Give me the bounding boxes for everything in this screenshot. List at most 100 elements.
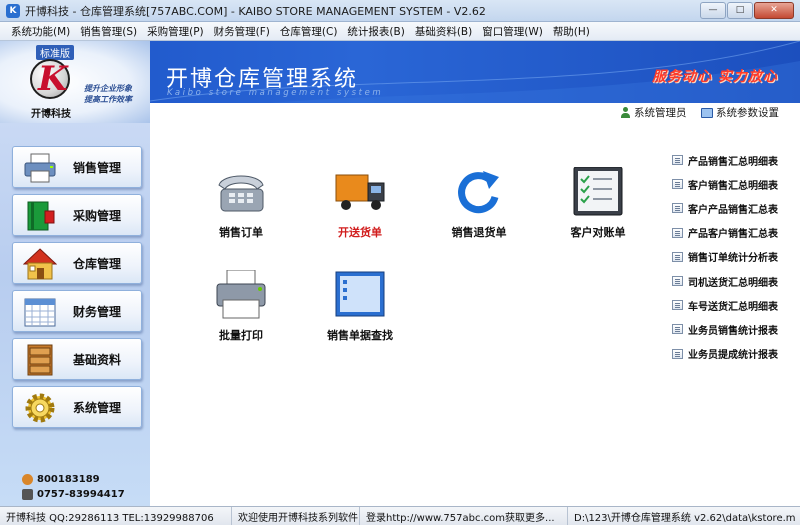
menu-help[interactable]: 帮助(H) (548, 24, 595, 39)
func-sales-return[interactable]: 销售退货单 (429, 167, 529, 240)
phone-icon (22, 489, 33, 500)
admin-link[interactable]: 系统管理员 (620, 105, 687, 120)
menu-warehouse[interactable]: 仓库管理(C) (275, 24, 343, 39)
app-icon: K (6, 3, 20, 18)
user-icon (620, 106, 631, 119)
status-welcome: 欢迎使用开博科技系列软件 (232, 507, 360, 525)
close-button[interactable]: ✕ (754, 2, 794, 19)
sidebar-item-label: 仓库管理 (73, 256, 122, 271)
printer-icon (24, 153, 56, 183)
func-label: 客户对账单 (570, 226, 626, 239)
sidebar-item-label: 采购管理 (73, 208, 122, 223)
qq-number: 800183189 (37, 474, 100, 485)
report-icon (672, 155, 683, 166)
func-sales-order[interactable]: 销售订单 (191, 167, 291, 240)
func-label: 销售退货单 (451, 226, 507, 239)
status-db-path: D:\123\开博仓库管理系统 v2.62\data\kstore.m (574, 512, 796, 524)
report-icon (672, 324, 683, 335)
qq-icon (22, 474, 33, 485)
menu-reports[interactable]: 统计报表(B) (342, 24, 409, 39)
window-title: 开博科技 - 仓库管理系统[757ABC.COM] - KAIBO STORE … (25, 4, 486, 18)
menu-bar: 系统功能(M) 销售管理(S) 采购管理(P) 财务管理(F) 仓库管理(C) … (0, 22, 800, 41)
report-link[interactable]: 业务员提成统计报表 (672, 342, 778, 366)
report-link[interactable]: 产品销售汇总明细表 (672, 148, 778, 172)
motto: 服务动心 实力放心 (652, 69, 778, 85)
report-label: 客户产品销售汇总表 (688, 204, 778, 216)
sidebar-item-label: 财务管理 (73, 304, 122, 319)
settings-label: 系统参数设置 (716, 107, 779, 119)
logo-letter: K (38, 59, 68, 99)
report-label: 产品客户销售汇总表 (688, 229, 778, 241)
menu-purchase[interactable]: 采购管理(P) (142, 24, 209, 39)
report-icon (672, 251, 683, 262)
report-icon (672, 300, 683, 311)
sidebar-item-purchase[interactable]: 采购管理 (12, 194, 142, 236)
report-link[interactable]: 客户产品销售汇总表 (672, 196, 778, 220)
sidebar-item-basic-data[interactable]: 基础资料 (12, 338, 142, 380)
cabinet-icon (27, 344, 53, 376)
func-label: 批量打印 (219, 329, 263, 342)
company-name: 开博科技 (31, 109, 71, 120)
logo-panel (0, 41, 150, 123)
app-subtitle: Kaibo store management system (167, 88, 384, 98)
menu-system[interactable]: 系统功能(M) (6, 24, 75, 39)
func-label: 销售订单 (219, 226, 263, 239)
window-icon (335, 271, 385, 317)
func-customer-statement[interactable]: 客户对账单 (548, 166, 648, 240)
report-icon (672, 348, 683, 359)
status-bar: 开博科技 QQ:29286113 TEL:13929988706 欢迎使用开博科… (0, 506, 800, 525)
sidebar-item-finance[interactable]: 财务管理 (12, 290, 142, 332)
gear-icon (25, 393, 55, 423)
report-label: 客户销售汇总明细表 (688, 180, 778, 192)
qq-contact: 800183189 (22, 474, 100, 485)
window-controls: — □ ✕ (700, 2, 794, 19)
report-icon (672, 203, 683, 214)
sidebar-item-warehouse[interactable]: 仓库管理 (12, 242, 142, 284)
refresh-icon (458, 171, 499, 214)
calendar-icon (24, 298, 56, 327)
report-link[interactable]: 司机送货汇总明细表 (672, 269, 778, 293)
report-link[interactable]: 客户销售汇总明细表 (672, 172, 778, 196)
monitor-icon (701, 107, 713, 118)
func-label: 销售单据查找 (327, 329, 393, 342)
func-document-search[interactable]: 销售单据查找 (310, 270, 410, 343)
sidebar-item-label: 系统管理 (73, 400, 122, 415)
truck-icon (335, 174, 385, 210)
maximize-button[interactable]: □ (727, 2, 753, 19)
sidebar-item-label: 销售管理 (73, 160, 122, 175)
title-bar: K 开博科技 - 仓库管理系统[757ABC.COM] - KAIBO STOR… (0, 0, 800, 22)
report-label: 产品销售汇总明细表 (688, 156, 778, 168)
admin-label: 系统管理员 (634, 107, 687, 119)
func-batch-print[interactable]: 批量打印 (191, 269, 291, 343)
report-icon (672, 276, 683, 287)
sidebar-item-system[interactable]: 系统管理 (12, 386, 142, 428)
report-label: 车号送货汇总明细表 (688, 301, 778, 313)
report-link[interactable]: 销售订单统计分析表 (672, 245, 778, 269)
report-label: 业务员销售统计报表 (688, 325, 778, 337)
phone-number: 0757-83994417 (37, 489, 125, 500)
menu-sales[interactable]: 销售管理(S) (75, 24, 142, 39)
report-link[interactable]: 车号送货汇总明细表 (672, 293, 778, 317)
menu-window[interactable]: 窗口管理(W) (477, 24, 548, 39)
edition-badge: 标准版 (36, 45, 74, 60)
company-logo: K (30, 59, 70, 99)
settings-link[interactable]: 系统参数设置 (701, 105, 779, 120)
report-label: 司机送货汇总明细表 (688, 277, 778, 289)
report-link[interactable]: 产品客户销售汇总表 (672, 221, 778, 245)
report-icon (672, 227, 683, 238)
sidebar-item-sales[interactable]: 销售管理 (12, 146, 142, 188)
phone-contact: 0757-83994417 (22, 489, 125, 500)
menu-finance[interactable]: 财务管理(F) (209, 24, 275, 39)
func-label: 开送货单 (338, 226, 382, 239)
printer-icon (216, 269, 266, 319)
status-login-link[interactable]: 登录http://www.757abc.com获取更多... (360, 507, 568, 525)
menu-basic-data[interactable]: 基础资料(B) (410, 24, 477, 39)
status-company: 开博科技 QQ:29286113 TEL:13929988706 (0, 507, 232, 525)
report-link[interactable]: 业务员销售统计报表 (672, 317, 778, 341)
func-delivery-note[interactable]: 开送货单 (310, 167, 410, 240)
sidebar-item-label: 基础资料 (73, 352, 122, 367)
house-icon (23, 248, 57, 280)
telephone-icon (218, 175, 264, 212)
minimize-button[interactable]: — (700, 2, 726, 19)
slogan: 提升企业形象 提高工作效率 (84, 83, 164, 105)
